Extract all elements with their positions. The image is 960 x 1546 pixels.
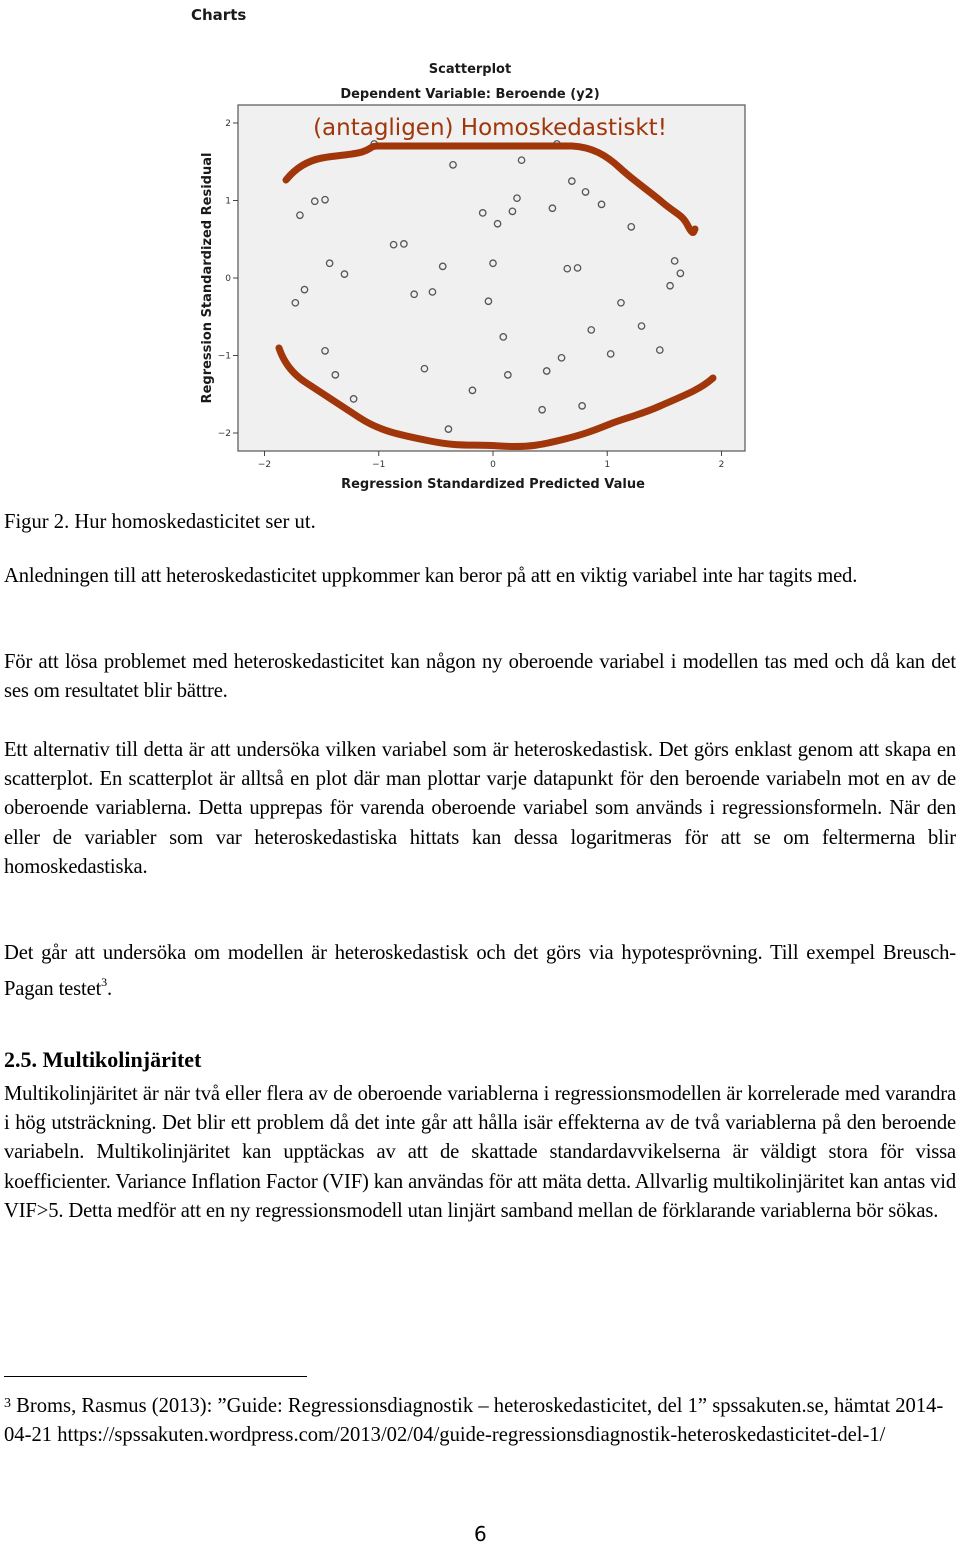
chart-subtitle: Dependent Variable: Beroende (y2) (340, 87, 599, 102)
annotation-text: (antagligen) Homoskedastiskt! (313, 115, 667, 141)
y-tick-label: 1 (225, 197, 231, 207)
paragraph-4: Det går att undersöka om modellen är het… (4, 939, 956, 1004)
page-number: 6 (474, 1522, 487, 1546)
paragraph-2: För att lösa problemet med heteroskedast… (4, 648, 956, 706)
y-tick-label: 0 (225, 274, 231, 284)
footnote: 3 Broms, Rasmus (2013): ”Guide: Regressi… (4, 1389, 956, 1450)
paragraph-5-text: Multikolinjäritet är när två eller flera… (4, 1083, 956, 1222)
x-axis: −2 −1 0 1 2 (258, 451, 725, 470)
y-axis: −2 −1 0 1 2 (218, 119, 238, 439)
x-tick-label: −1 (372, 460, 385, 470)
y-axis-label: Regression Standardized Residual (200, 153, 215, 404)
paragraph-4-end: . (107, 978, 112, 1001)
footnote-text: Broms, Rasmus (2013): ”Guide: Regression… (4, 1395, 944, 1446)
paragraph-3-text: Ett alternativ till detta är att undersö… (4, 739, 956, 878)
y-tick-label: −1 (218, 352, 231, 362)
y-tick-label: 2 (225, 119, 231, 129)
footnote-mark: 3 (4, 1396, 11, 1411)
x-tick-label: −2 (258, 460, 271, 470)
x-tick-label: 2 (719, 460, 725, 470)
paragraph-1: Anledningen till att heteroskedasticitet… (4, 562, 956, 591)
chart-title: Scatterplot (429, 62, 511, 77)
y-tick-label: −2 (218, 429, 231, 439)
x-tick-label: 1 (604, 460, 610, 470)
x-axis-label: Regression Standardized Predicted Value (341, 477, 645, 492)
paragraph-4-text: Det går att undersöka om modellen är het… (4, 942, 956, 1001)
figure-caption: Figur 2. Hur homoskedasticitet ser ut. (4, 511, 316, 533)
paragraph-2-text: För att lösa problemet med heteroskedast… (4, 651, 956, 703)
scatterplot-chart: Scatterplot Dependent Variable: Beroende… (200, 62, 746, 492)
x-tick-label: 0 (490, 460, 496, 470)
footnote-separator (4, 1376, 307, 1377)
paragraph-3: Ett alternativ till detta är att undersö… (4, 736, 956, 882)
paragraph-1-text: Anledningen till att heteroskedasticitet… (4, 565, 858, 587)
paragraph-5: Multikolinjäritet är när två eller flera… (4, 1080, 956, 1226)
section-heading: 2.5. Multikolinjäritet (4, 1047, 202, 1072)
